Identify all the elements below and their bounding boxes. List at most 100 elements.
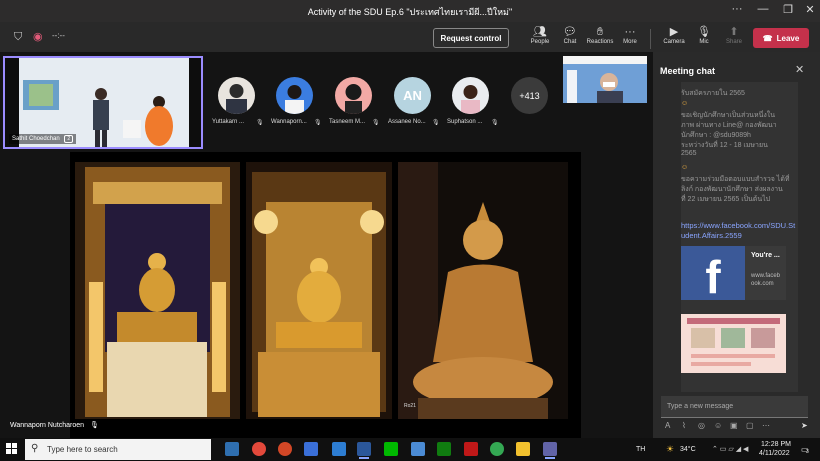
chat-text-line: รับสมัครภายใน 2565 [681,90,745,97]
emoji-icon: ☺ [681,100,689,107]
participant-avatar[interactable]: AN [394,77,431,114]
attach-icon[interactable]: ⌇ [682,421,686,430]
emoji-icon[interactable]: ☺ [714,421,722,430]
title-bar: Activity of the SDU Ep.6 "ประเทศไทยเรามี… [0,0,820,22]
reactions-icon: ✋︎ [596,26,604,38]
line-icon[interactable] [384,442,398,456]
mic-button[interactable]: 🎙︎ Mic [688,25,720,45]
people-button[interactable]: 👥︎ People [524,25,556,45]
notification-count: 3 [806,449,809,455]
more-options-icon[interactable]: ··· [727,3,747,15]
calculator-icon[interactable] [411,442,425,456]
window-title: Activity of the SDU Ep.6 "ประเทศไทยเรามี… [307,7,513,17]
minimize-button[interactable]: — [753,3,773,15]
powerpoint-icon[interactable] [278,442,292,456]
close-button[interactable]: ✕ [800,3,820,16]
mic-off-icon: 🎙︎ [491,120,499,126]
gif-icon[interactable]: ▣ [730,421,738,430]
chrome-profile-icon[interactable] [490,442,504,456]
taskbar-search-box[interactable]: ⚲ Type here to search [25,439,211,460]
restore-button[interactable]: ❐ [778,3,798,16]
sticker-icon[interactable]: ▢ [746,421,754,430]
more-participants-button[interactable]: +413 [511,77,548,114]
edge-icon[interactable] [332,442,346,456]
send-icon[interactable]: ➤ [801,421,808,430]
word-icon[interactable] [357,442,371,459]
participant-initials: AN [394,77,431,114]
meeting-timer: --:-- [52,31,65,40]
people-icon: 👥︎ [533,26,547,38]
link-preview-title: You're ... [751,252,780,259]
slide-caption: Ro21 [404,403,416,409]
tray-icons[interactable]: ⌃ ▭ ▱ ◢ ◀︎ [712,445,748,453]
participant-avatar[interactable] [276,77,313,114]
taskview-icon[interactable] [225,442,239,456]
windows-start-icon[interactable] [6,443,18,455]
weather-icon: ☀ [666,444,675,454]
mic-off-icon: 🎙︎ [432,120,440,126]
chat-text-line: ที่ 22 เมษายน 2565 เป็นต้นไป [681,196,771,203]
weather-temperature[interactable]: 34°C [680,446,696,453]
participant-avatar[interactable] [452,77,489,114]
participant-avatar[interactable] [335,77,372,114]
participant-name: Yuttakarn ... [212,119,245,125]
app-icon[interactable] [464,442,478,456]
buddha-photo: Ro21 [398,162,568,419]
reactions-button[interactable]: ✋︎ Reactions [584,25,616,45]
taskbar-time[interactable]: 12:28 PM [761,441,791,448]
participant-name: Assanee No... [388,119,426,125]
close-chat-button[interactable]: ✕ [795,63,804,76]
toolbar-separator [650,29,651,49]
chat-icon: 💬︎ [563,26,577,38]
windows-taskbar: ⚲ Type here to search TH ☀ 34°C ⌃ ▭ ▱ ◢ … [0,438,820,461]
mic-muted-icon: 🎙︎ [697,26,711,38]
spotlight-video-tile[interactable]: Sathit Choedchan 2 [3,56,203,149]
mic-off-icon: 🎙︎ [256,120,264,126]
temple-photo [246,162,392,419]
more-options-icon[interactable]: ⋯ [762,421,770,430]
meeting-toolbar: ⛉ ◉ --:-- Request control 👥︎ People 💬︎ C… [0,22,820,52]
camera-button[interactable]: ▶︎ Camera [658,25,690,45]
shield-icon: ⛉ [14,31,23,43]
self-video-tile[interactable] [563,56,647,103]
taskbar-date[interactable]: 4/11/2022 [759,450,790,457]
phone-icon: ☎︎ [762,33,773,43]
link-preview-domain: www.facebook.com [751,273,781,287]
chat-compose-toolbar: A ⌇ ◎ ☺ ▣ ▢ ⋯ ➤ [661,421,813,433]
more-button[interactable]: ··· More [614,25,646,45]
meeting-stage: Sathit Choedchan 2 AN +413 Yuttakarn ...… [0,52,653,438]
share-icon: ⬆︎ [729,26,739,38]
emoji-icon: ☺ [681,164,689,171]
participant-count-badge: 2 [64,135,74,143]
chat-panel-title: Meeting chat [660,66,716,76]
recording-icon: ◉ [33,31,43,43]
teams-icon[interactable] [543,442,557,459]
mic-off-icon: 🎙︎ [372,120,380,126]
leave-button[interactable]: ☎︎ Leave [753,28,809,48]
facebook-logo-icon: f [681,246,745,300]
chrome-icon[interactable] [252,442,266,456]
chat-message-input[interactable]: Type a new message [661,396,808,418]
link-preview-card[interactable]: f You're ... www.facebook.com [681,246,786,300]
mic-off-icon: 🎙︎ [314,120,322,126]
loop-icon[interactable]: ◎ [698,421,705,430]
input-language[interactable]: TH [636,446,645,453]
mic-off-icon: 🎙︎ [90,422,99,429]
xbox-icon[interactable] [437,442,451,456]
format-icon[interactable]: A [665,421,670,430]
chat-link[interactable]: https://www.facebook.com/SDU.Student.Aff… [681,221,798,241]
participant-name: Tasneem M... [329,119,366,125]
temple-photo [75,162,240,419]
participant-avatar[interactable] [218,77,255,114]
share-button[interactable]: ⬆︎ Share [718,25,750,45]
participant-name: Wannaporn... [271,119,307,125]
file-explorer-icon[interactable] [516,442,530,456]
chat-button[interactable]: 💬︎ Chat [554,25,586,45]
request-control-button[interactable]: Request control [433,28,509,48]
photos-icon[interactable] [304,442,318,456]
shared-screen-slide: Ro21 [70,152,581,438]
search-icon: ⚲ [31,443,39,454]
camera-icon: ▶︎ [669,26,679,38]
chat-image-attachment[interactable] [681,314,786,373]
meeting-chat-panel: Meeting chat ✕ รับสมัครภายใน 2565 ☺ ขอเช… [653,52,820,438]
